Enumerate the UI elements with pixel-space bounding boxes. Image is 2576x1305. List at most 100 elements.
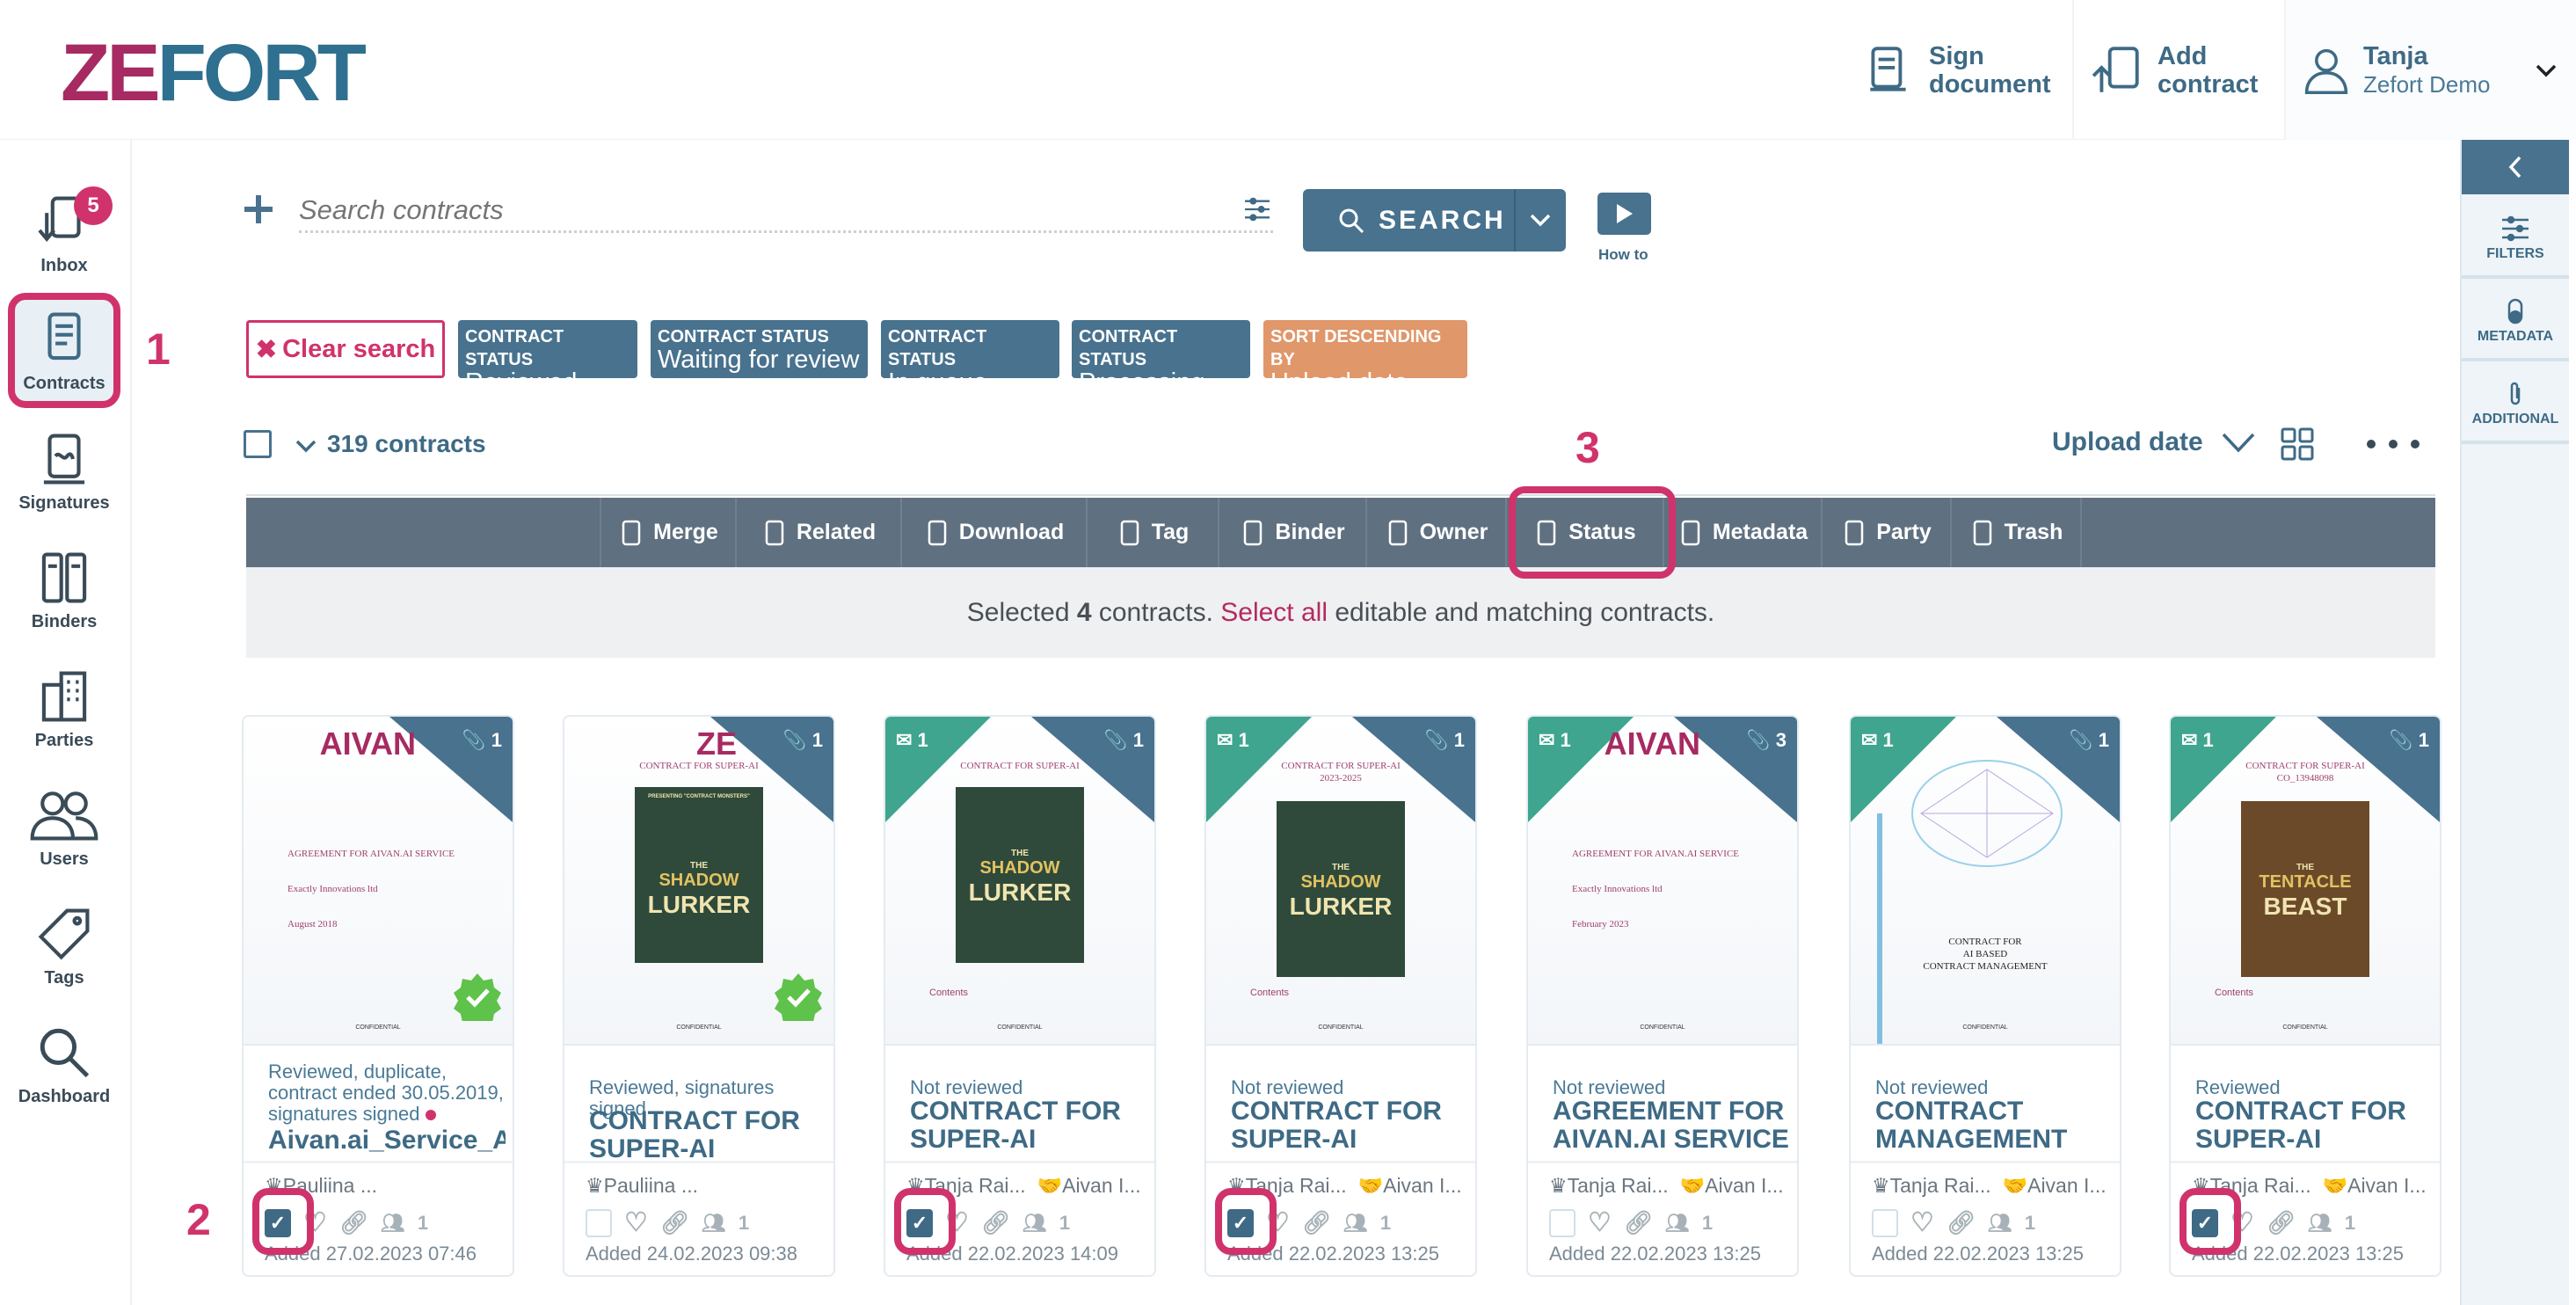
crown-icon: ♛ (1549, 1174, 1568, 1197)
clear-search-button[interactable]: ✖ Clear search (246, 320, 445, 378)
sidebar-label: Binders (31, 612, 98, 631)
contract-thumbnail[interactable]: 📎 1 AIVAN AGREEMENT FOR AIVAN.AI SERVICE Ex… (244, 717, 513, 1046)
contract-thumbnail[interactable]: 📎 1 ZE CONTRACT FOR SUPER-AI PRESENTING "CO… (564, 717, 833, 1046)
contract-title[interactable]: CONTRACT FOR SUPER-AI (910, 1097, 1147, 1154)
contract-title[interactable]: CONTRACT MANAGEMENT (1875, 1097, 2113, 1154)
user-count: 1 (1059, 1211, 1071, 1234)
bulk-action-toolbar: Merge Related Download Tag Binder Owner Status… (246, 498, 2435, 567)
toolbar-label: Metadata (1712, 520, 1808, 544)
contract-thumbnail[interactable]: 📎 1 ✉ 1 CONTRACT FOR SUPER-AI THE SHADOW LURK… (885, 717, 1154, 1046)
filter-chip[interactable]: CONTRACT STATUS Waiting for review (651, 320, 868, 378)
contract-thumbnail[interactable]: 📎 3 ✉ 1 AIVAN AGREEMENT FOR AIVAN.AI SERVIC… (1528, 717, 1797, 1046)
thumbnail-text: Exactly Innovations ltd (287, 884, 378, 894)
owner-icon (1388, 520, 1407, 545)
toolbar-binder-button[interactable]: Binder (1218, 498, 1365, 567)
toolbar-download-button[interactable]: Download (900, 498, 1086, 567)
toolbar-related-button[interactable]: Related (735, 498, 900, 567)
link-icon[interactable]: 🔗︎ (660, 1209, 689, 1236)
select-all-link[interactable]: Select all (1220, 598, 1328, 627)
contract-card[interactable]: 📎 1 ZE CONTRACT FOR SUPER-AI PRESENTING "CO… (563, 715, 835, 1277)
sidebar-item-binders[interactable]: Binders (8, 549, 120, 632)
filters-button[interactable]: FILTERS (2462, 198, 2569, 279)
checkbox-highlight (2179, 1188, 2241, 1255)
sidebar-item-users[interactable]: Users (8, 786, 120, 870)
heart-icon[interactable]: ♡ (624, 1207, 648, 1238)
attachment-count: 📎 1 (1424, 729, 1465, 751)
user-count: 1 (417, 1211, 429, 1234)
contract-title[interactable]: CONTRACT FOR SUPER-AI (589, 1107, 826, 1163)
toolbar-merge-button[interactable]: Merge (600, 498, 735, 567)
select-checkbox[interactable] (1549, 1208, 1575, 1237)
link-icon[interactable]: 🔗︎ (2267, 1209, 2296, 1236)
search-button[interactable]: SEARCH (1303, 189, 1566, 252)
sidebar-item-tags[interactable]: Tags (8, 905, 120, 988)
divider (564, 1161, 833, 1163)
contract-status: Reviewed, duplicate, contract ended 30.0… (268, 1061, 504, 1125)
sort-chip[interactable]: SORT DESCENDING BY Upload date (1263, 320, 1467, 396)
grid-view-icon[interactable] (2281, 427, 2314, 461)
heart-icon[interactable]: ♡ (1588, 1207, 1612, 1238)
chip-key: CONTRACT STATUS (1079, 327, 1178, 369)
message-count: ✉ 1 (1539, 729, 1571, 751)
how-to-video-button[interactable] (1597, 193, 1651, 235)
toolbar-owner-button[interactable]: Owner (1365, 498, 1505, 567)
top-header: ZEFORT Sign document Add contract Tanja Z… (0, 0, 2576, 140)
filters-label: FILTERS (2486, 246, 2544, 261)
toolbar-tag-button[interactable]: Tag (1086, 498, 1218, 567)
sidebar-item-dashboard[interactable]: Dashboard (8, 1024, 120, 1107)
sidebar-item-parties[interactable]: Parties (8, 667, 120, 751)
selection-text: contracts. (1091, 598, 1221, 627)
link-icon[interactable]: 🔗︎ (981, 1209, 1010, 1236)
contract-card[interactable]: 📎 3 ✉ 1 AIVAN AGREEMENT FOR AIVAN.AI SERVIC… (1526, 715, 1799, 1277)
more-options-icon[interactable] (2365, 438, 2421, 450)
add-contract-button[interactable]: Add contract (2075, 0, 2279, 140)
filter-chip[interactable]: CONTRACT STATUS Reviewed (458, 320, 637, 396)
thumbnail-text: CONTRACT FOR SUPER-AI (960, 761, 1080, 771)
users-icon: 👥︎ (701, 1211, 726, 1234)
search-dropdown-icon[interactable] (1528, 210, 1553, 230)
sidebar-item-contracts[interactable]: Contracts (8, 293, 120, 408)
contract-title[interactable]: CONTRACT FOR SUPER-AI (2195, 1097, 2433, 1154)
link-icon[interactable]: 🔗︎ (1624, 1209, 1653, 1236)
filter-chip[interactable]: CONTRACT STATUS In queue (881, 320, 1059, 396)
sort-dropdown[interactable]: Upload date (2052, 427, 2256, 457)
zefort-logo[interactable]: ZEFORT (61, 33, 367, 113)
contract-title[interactable]: CONTRACT FOR SUPER-AI (1231, 1097, 1468, 1154)
thumbnail-text: Exactly Innovations ltd (1572, 884, 1663, 894)
sort-label: Upload date (2052, 427, 2203, 456)
users-icon: 👥︎ (1987, 1211, 2012, 1234)
chevron-down-icon[interactable] (294, 437, 318, 455)
contract-owner: ♛Pauliina ... (586, 1174, 699, 1197)
sign-document-button[interactable]: Sign document (1846, 0, 2077, 140)
contract-owner: ♛Tanja Rai... 🤝Aivan I... (1872, 1174, 2107, 1197)
select-checkbox[interactable] (1872, 1208, 1898, 1237)
toolbar-party-button[interactable]: Party (1821, 498, 1950, 567)
heart-icon[interactable]: ♡ (1910, 1207, 1934, 1238)
select-checkbox[interactable] (586, 1208, 612, 1237)
user-menu[interactable]: Tanja Zefort Demo (2286, 0, 2576, 140)
additional-button[interactable]: ADDITIONAL (2462, 363, 2569, 444)
link-icon[interactable]: 🔗︎ (339, 1209, 368, 1236)
add-search-icon[interactable] (243, 193, 274, 225)
contract-title[interactable]: Aivan.ai_Service_Agreement (268, 1126, 506, 1155)
toolbar-metadata-button[interactable]: Metadata (1663, 498, 1821, 567)
clear-search-label: Clear search (282, 334, 436, 363)
binder-icon (41, 552, 87, 603)
sidebar-item-signatures[interactable]: Signatures (8, 430, 120, 514)
contract-card[interactable]: 📎 1 ✉ 1 CONTRACT FOR AI BASED CONTRACT MANAG… (1849, 715, 2121, 1277)
collapse-panel-button[interactable] (2462, 140, 2569, 194)
contract-thumbnail[interactable]: 📎 1 ✉ 1 CONTRACT FOR SUPER-AI 2023-2025 THE S… (1206, 717, 1475, 1046)
contract-title[interactable]: AGREEMENT FOR AIVAN.AI SERVICE (1553, 1097, 1790, 1154)
contract-thumbnail[interactable]: 📎 1 ✉ 1 CONTRACT FOR AI BASED CONTRACT MANAG… (1851, 717, 2120, 1046)
contract-status: Not reviewed (1231, 1076, 1344, 1098)
add-contract-label: Add contract (2158, 41, 2259, 98)
select-all-checkbox[interactable] (244, 430, 272, 458)
link-icon[interactable]: 🔗︎ (1947, 1209, 1976, 1236)
search-input[interactable] (299, 189, 1273, 233)
metadata-button[interactable]: METADATA (2462, 281, 2569, 361)
filter-chip[interactable]: CONTRACT STATUS Processing (1072, 320, 1250, 396)
link-icon[interactable]: 🔗︎ (1302, 1209, 1331, 1236)
toolbar-trash-button[interactable]: Trash (1950, 498, 2082, 567)
contract-thumbnail[interactable]: 📎 1 ✉ 1 CONTRACT FOR SUPER-AI CO_13948098 TH… (2171, 717, 2440, 1046)
search-options-icon[interactable] (1243, 197, 1271, 222)
